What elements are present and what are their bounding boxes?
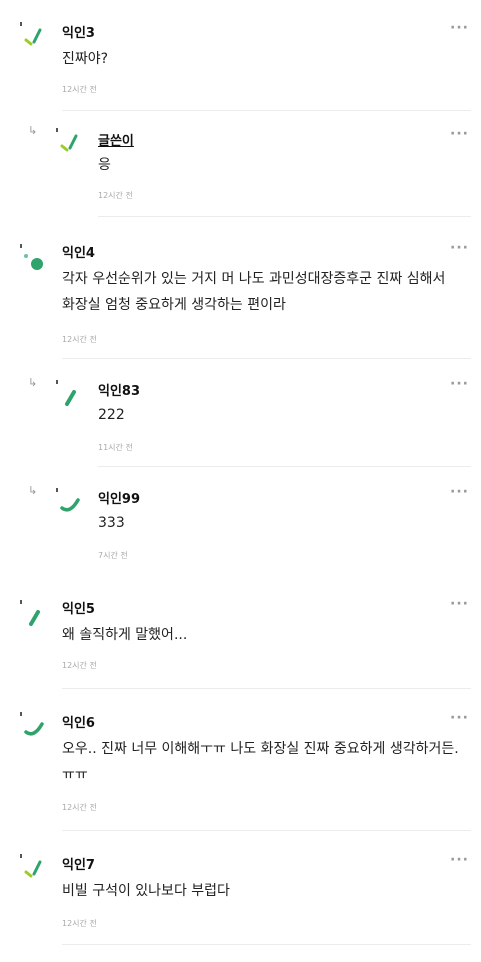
comment-author[interactable]: 익인7 [62,854,95,873]
more-options-icon[interactable]: ··· [450,126,469,142]
slash-avatar-icon [56,380,76,406]
comment-time: 12시간 전 [98,191,133,200]
curve-avatar-icon [56,488,80,512]
comment-text: 왜 솔직하게 말했어... [62,627,188,643]
comment-item: 익인5 왜 솔직하게 말했어... 12시간 전 ··· [0,578,481,690]
avatar[interactable] [20,242,48,270]
comment-author[interactable]: 익인6 [62,712,95,731]
comment-time: 11시간 전 [98,443,133,452]
more-options-icon[interactable]: ··· [450,710,469,726]
divider [98,216,471,217]
comment-item: 익인3 진짜야? 12시간 전 ··· [0,0,481,112]
comment-time: 7시간 전 [98,551,128,560]
curve-avatar-icon [20,712,44,736]
reply-arrow-icon: ↳ [28,376,38,389]
divider [62,110,471,111]
avatar[interactable] [56,126,84,154]
avatar[interactable] [56,486,84,514]
avatar[interactable] [20,20,48,48]
comment-time: 12시간 전 [62,919,97,928]
sparkle-avatar-icon [56,128,78,152]
comment-text: 오우.. 진짜 너무 이해해ㅜㅠ 나도 화장실 진짜 중요하게 생각하거든.ㅠㅠ [62,741,459,783]
comment-text: 222 [98,407,125,423]
reply-item: ↳ 익인83 222 11시간 전 ··· [0,360,481,468]
comment-time: 12시간 전 [62,661,97,670]
reply-item: ↳ 글쓴이 응 12시간 전 ··· [0,112,481,218]
avatar[interactable] [20,852,48,880]
reply-arrow-icon: ↳ [28,484,38,497]
more-options-icon[interactable]: ··· [450,484,469,500]
more-options-icon[interactable]: ··· [450,852,469,868]
more-options-icon[interactable]: ··· [450,240,469,256]
slash-avatar-icon [20,600,40,626]
avatar[interactable] [56,378,84,406]
avatar[interactable] [20,598,48,626]
comment-text: 각자 우선순위가 있는 거지 머 나도 과민성대장증후군 진짜 심해서 화장실 … [62,271,446,313]
avatar[interactable] [20,710,48,738]
divider [62,830,471,831]
comment-item: 익인7 비빌 구석이 있나보다 부럽다 12시간 전 ··· [0,832,481,962]
more-options-icon[interactable]: ··· [450,20,469,36]
sparkle-avatar-icon [20,854,42,878]
comment-author[interactable]: 익인3 [62,22,95,41]
sparkle-avatar-icon [20,22,42,46]
comment-author[interactable]: 익인99 [98,488,140,507]
comment-author[interactable]: 익인83 [98,380,140,399]
comment-text: 비빌 구석이 있나보다 부럽다 [62,883,230,899]
comment-time: 12시간 전 [62,335,97,344]
more-options-icon[interactable]: ··· [450,596,469,612]
comment-author[interactable]: 익인4 [62,242,95,261]
divider [98,466,471,467]
comment-time: 12시간 전 [62,803,97,812]
comment-author[interactable]: 글쓴이 [98,130,134,149]
comment-text: 응 [98,157,111,173]
divider [62,688,471,689]
divider [62,944,471,945]
comment-author[interactable]: 익인5 [62,598,95,617]
comment-item: 익인4 각자 우선순위가 있는 거지 머 나도 과민성대장증후군 진짜 심해서 … [0,218,481,360]
divider [62,358,471,359]
comment-item: 익인6 오우.. 진짜 너무 이해해ㅜㅠ 나도 화장실 진짜 중요하게 생각하거… [0,690,481,832]
dot-avatar-icon [20,244,43,270]
reply-arrow-icon: ↳ [28,124,38,137]
reply-item: ↳ 익인99 333 7시간 전 ··· [0,468,481,578]
comment-time: 12시간 전 [62,85,97,94]
more-options-icon[interactable]: ··· [450,376,469,392]
comment-text: 진짜야? [62,51,109,67]
comment-text: 333 [98,515,125,531]
